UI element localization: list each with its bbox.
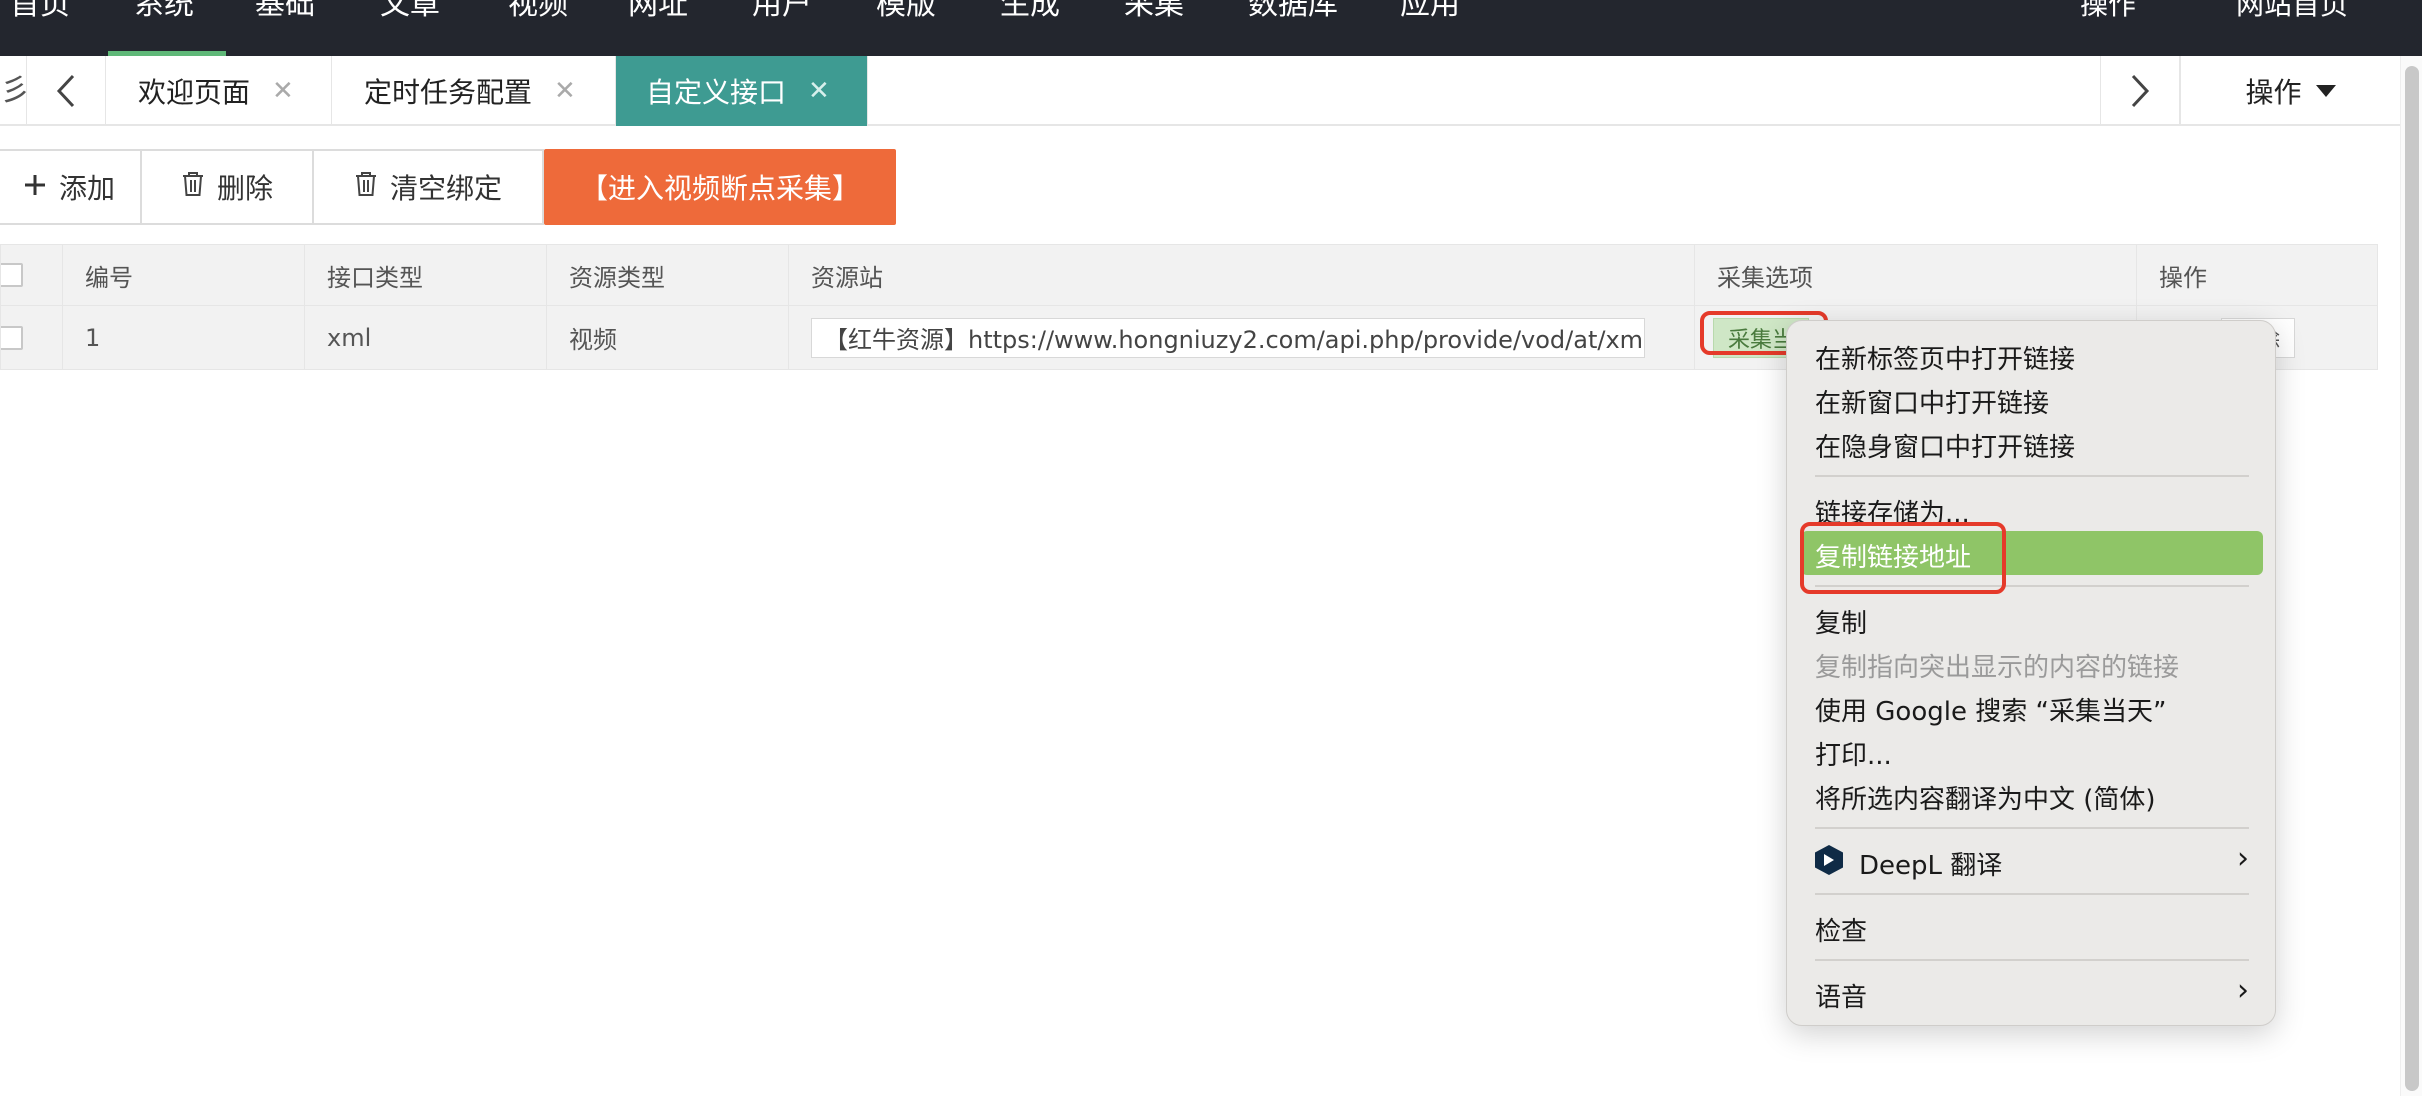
row-resource-site-cell: 【红牛资源】https://www.hongniuzy2.com/api.php… <box>789 306 1695 369</box>
menu-item-open-new-window[interactable]: 在新窗口中打开链接 <box>1815 383 2049 420</box>
row-id: 1 <box>63 306 305 369</box>
video-breakpoint-collect-label: 【进入视频断点采集】 <box>579 172 860 205</box>
nav-item-template[interactable]: 模版 <box>876 0 936 56</box>
menu-item-translate-selection[interactable]: 将所选内容翻译为中文 (简体) <box>1815 779 2156 816</box>
menu-separator <box>1815 475 2249 477</box>
deepl-icon <box>1815 845 1843 875</box>
close-icon[interactable]: ✕ <box>272 76 294 106</box>
clear-binding-button-label: 清空绑定 <box>389 172 502 205</box>
trash-icon <box>354 171 378 204</box>
close-icon[interactable]: ✕ <box>554 76 576 106</box>
menu-item-copy-link-to-highlight: 复制指向突出显示的内容的链接 <box>1815 653 2180 683</box>
video-breakpoint-collect-button[interactable]: 【进入视频断点采集】 <box>544 149 896 225</box>
menu-item-print[interactable]: 打印... <box>1815 735 1892 772</box>
nav-item-basic[interactable]: 基础 <box>255 0 315 56</box>
header-operations: 操作 <box>2159 263 2207 292</box>
plus-icon <box>23 171 47 204</box>
header-api-type: 接口类型 <box>305 245 547 305</box>
scrollbar-thumb[interactable] <box>2405 66 2419 1091</box>
browser-context-menu: 在新标签页中打开链接 在新窗口中打开链接 在隐身窗口中打开链接 链接存储为...… <box>1786 320 2276 1026</box>
annotation-highlight-box <box>1800 522 2006 594</box>
menu-separator <box>1815 827 2249 829</box>
menu-item-open-incognito[interactable]: 在隐身窗口中打开链接 <box>1815 427 2075 464</box>
tab-label: 欢迎页面 <box>138 76 251 109</box>
menu-item-inspect[interactable]: 检查 <box>1815 911 1867 948</box>
top-navigation-bar: 首页 系统 基础 文章 视频 网址 用户 模版 生成 采集 数据库 应用 操作 … <box>0 0 2422 56</box>
caret-down-icon <box>2315 85 2336 97</box>
nav-item-video[interactable]: 视频 <box>508 0 568 56</box>
header-select-all-cell <box>1 245 63 305</box>
tabs-operations-dropdown[interactable]: 操作 <box>2180 56 2400 126</box>
nav-item-article[interactable]: 文章 <box>380 0 440 56</box>
header-collect-options: 采集选项 <box>1695 245 2137 305</box>
vertical-scrollbar[interactable] <box>2400 56 2422 1096</box>
row-select-cell <box>1 306 63 369</box>
tabs-operations-label: 操作 <box>2245 76 2302 109</box>
tab-label: 自定义接口 <box>646 76 787 109</box>
row-api-type: xml <box>305 306 547 369</box>
nav-item-url[interactable]: 网址 <box>628 0 688 56</box>
nav-item-user[interactable]: 用户 <box>752 0 812 56</box>
header-resource-site: 资源站 <box>789 245 1695 305</box>
table-header: 编号 接口类型 资源类型 资源站 采集选项 操作 <box>0 244 2378 306</box>
chevron-right-icon: › <box>2237 841 2249 876</box>
nav-item-collect[interactable]: 采集 <box>1124 0 1184 56</box>
header-id: 编号 <box>63 245 305 305</box>
row-resource-type: 视频 <box>547 306 789 369</box>
menu-separator <box>1815 959 2249 961</box>
menu-separator <box>1815 893 2249 895</box>
nav-item-apps[interactable]: 应用 <box>1400 0 1460 56</box>
header-resource-type: 资源类型 <box>547 245 789 305</box>
row-checkbox[interactable] <box>1 325 23 350</box>
close-icon[interactable]: ✕ <box>808 76 830 106</box>
tab-custom-api[interactable]: 自定义接口 ✕ <box>616 56 868 126</box>
nav-site-home-link[interactable]: 网站首页 <box>2236 0 2348 56</box>
page-tabs-bar: 彡 欢迎页面 ✕ 定时任务配置 ✕ 自定义接口 ✕ 操作 <box>0 56 2400 126</box>
tabs-scroll-left-button[interactable] <box>26 56 106 126</box>
chevron-left-icon <box>56 74 75 108</box>
chevron-right-icon: › <box>2237 973 2249 1008</box>
menu-item-speech[interactable]: 语音 <box>1815 977 1867 1014</box>
add-button[interactable]: 添加 <box>0 149 142 225</box>
resource-site-field[interactable]: 【红牛资源】https://www.hongniuzy2.com/api.php… <box>811 317 1645 358</box>
nav-item-database[interactable]: 数据库 <box>1248 0 1338 56</box>
nav-item-system[interactable]: 系统 <box>108 0 226 56</box>
menu-item-deepl-translate[interactable]: DeepL 翻译 <box>1859 845 2002 882</box>
menu-item-copy[interactable]: 复制 <box>1815 603 1867 640</box>
tab-welcome[interactable]: 欢迎页面 ✕ <box>106 56 332 126</box>
tabs-scroll-right-button[interactable] <box>2100 56 2180 126</box>
nav-operate-menu[interactable]: 操作 <box>2080 0 2136 56</box>
delete-button-label: 删除 <box>216 172 273 205</box>
add-button-label: 添加 <box>58 172 115 205</box>
select-all-checkbox[interactable] <box>1 263 23 287</box>
trash-icon <box>181 171 205 204</box>
nav-item-home[interactable]: 首页 <box>10 0 70 56</box>
nav-item-generate[interactable]: 生成 <box>1000 0 1060 56</box>
tab-scheduled-task-config[interactable]: 定时任务配置 ✕ <box>332 56 616 126</box>
chevron-right-icon <box>2131 74 2150 108</box>
tabbar-edge-glyph: 彡 <box>0 74 30 107</box>
menu-item-google-search[interactable]: 使用 Google 搜索 “采集当天” <box>1815 691 2166 728</box>
menu-item-open-new-tab[interactable]: 在新标签页中打开链接 <box>1815 339 2075 376</box>
delete-button[interactable]: 删除 <box>140 149 314 225</box>
tab-label: 定时任务配置 <box>364 76 533 109</box>
clear-binding-button[interactable]: 清空绑定 <box>312 149 544 225</box>
